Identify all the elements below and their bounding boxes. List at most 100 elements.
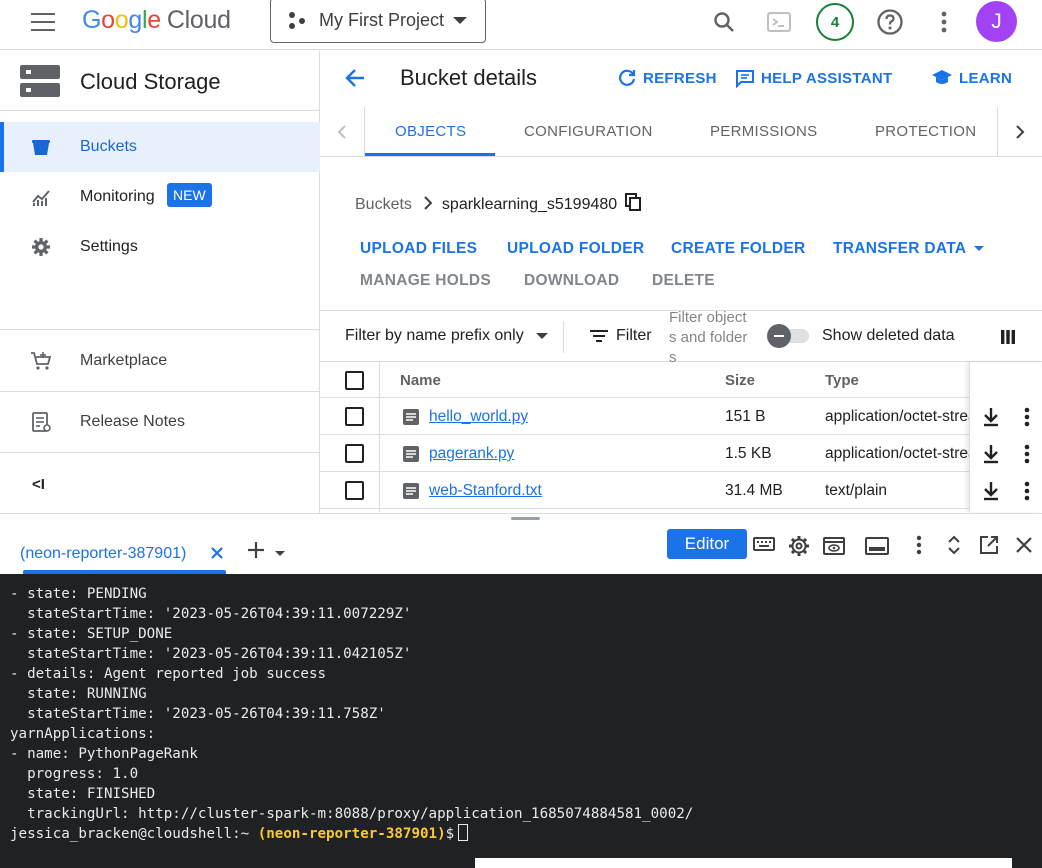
cloud-shell-toolbar: (neon-reporter-387901) Editor — [0, 520, 1042, 574]
table-row[interactable]: hello_world.py 151 B application/octet-s… — [320, 398, 1042, 435]
open-editor-button[interactable]: Editor — [667, 529, 747, 559]
collapse-sidebar-button[interactable]: <I — [32, 476, 45, 493]
file-name-link[interactable]: web-Stanford.txt — [429, 482, 542, 500]
file-icon — [402, 482, 420, 505]
row-checkbox[interactable] — [345, 407, 364, 426]
column-header-name[interactable]: Name — [400, 372, 441, 389]
help-icon[interactable] — [874, 6, 906, 38]
terminal-line: - state: SETUP_DONE — [10, 626, 173, 642]
tabs-scroll-right-button[interactable] — [997, 107, 1042, 156]
column-display-icon[interactable] — [1000, 329, 1016, 350]
terminal-line: progress: 1.0 — [10, 766, 139, 782]
table-row[interactable]: pagerank.py 1.5 KB application/octet-str… — [320, 435, 1042, 472]
terminal-prompt[interactable]: jessica_bracken@cloudshell:~ (neon-repor… — [10, 824, 1042, 844]
learn-button[interactable]: LEARN — [931, 68, 1012, 88]
refresh-button[interactable]: REFRESH — [617, 68, 717, 88]
expand-collapse-icon[interactable] — [946, 534, 962, 561]
select-all-checkbox[interactable] — [345, 371, 364, 390]
upload-files-button[interactable]: UPLOAD FILES — [360, 240, 477, 258]
tab-objects[interactable]: OBJECTS — [395, 123, 466, 140]
upload-folder-button[interactable]: UPLOAD FOLDER — [507, 240, 644, 258]
cloud-shell-icon[interactable] — [763, 6, 795, 38]
google-cloud-logo[interactable]: Google Cloud — [82, 5, 231, 35]
close-tab-icon[interactable] — [210, 544, 224, 565]
sidebar-item-monitoring[interactable]: Monitoring NEW — [0, 172, 320, 222]
more-vert-icon[interactable] — [1024, 481, 1030, 506]
create-folder-button[interactable]: CREATE FOLDER — [671, 240, 806, 258]
column-header-type[interactable]: Type — [825, 372, 859, 389]
tab-protection[interactable]: PROTECTION — [875, 123, 976, 140]
minimize-panel-icon[interactable] — [865, 537, 889, 560]
breadcrumb: Buckets sparklearning_s5199480 — [355, 193, 642, 216]
more-vert-icon[interactable] — [928, 6, 960, 38]
objects-table: Name Size Type hello_world.py 151 B appl… — [320, 362, 1042, 512]
project-picker[interactable]: My First Project — [270, 0, 486, 43]
more-vert-icon[interactable] — [1024, 444, 1030, 469]
row-actions — [970, 398, 1042, 435]
chevron-down-icon[interactable] — [275, 551, 285, 556]
filter-input[interactable]: Filter objects and folders — [669, 308, 749, 368]
breadcrumb-bucket-name: sparklearning_s5199480 — [441, 195, 618, 213]
transfer-data-button[interactable]: TRANSFER DATA — [833, 240, 985, 258]
close-icon[interactable] — [1015, 536, 1033, 559]
table-header: Name Size Type — [320, 362, 1042, 398]
more-vert-icon[interactable] — [1024, 407, 1030, 432]
filter-button[interactable]: Filter — [590, 327, 652, 345]
breadcrumb-buckets-link[interactable]: Buckets — [355, 196, 412, 214]
school-icon — [932, 70, 952, 84]
chevron-down-icon — [535, 333, 548, 339]
sidebar-item-label: Release Notes — [80, 413, 185, 430]
keyboard-icon[interactable] — [753, 537, 775, 556]
gear-icon — [30, 236, 52, 258]
back-arrow-icon[interactable] — [344, 67, 366, 94]
file-type: text/plain — [825, 482, 888, 499]
search-icon[interactable] — [708, 6, 740, 38]
sidebar-item-release-notes[interactable]: Release Notes — [0, 397, 320, 447]
show-deleted-label: Show deleted data — [822, 327, 955, 344]
new-badge: NEW — [167, 183, 212, 207]
help-assistant-button[interactable]: HELP ASSISTANT — [735, 68, 892, 88]
main-menu-icon[interactable] — [31, 13, 55, 31]
sidebar-item-label: Buckets — [80, 138, 137, 155]
tab-configuration[interactable]: CONFIGURATION — [524, 123, 653, 140]
sidebar-item-marketplace[interactable]: Marketplace — [0, 336, 320, 386]
show-deleted-toggle[interactable] — [767, 324, 811, 348]
web-preview-icon[interactable] — [823, 537, 845, 560]
open-in-new-window-icon[interactable] — [979, 535, 999, 560]
download-icon[interactable] — [982, 407, 1000, 432]
row-checkbox[interactable] — [345, 481, 364, 500]
row-actions — [970, 435, 1042, 472]
delete-button[interactable]: DELETE — [652, 272, 715, 290]
horizontal-scrollbar[interactable] — [475, 858, 1012, 868]
column-header-size[interactable]: Size — [725, 372, 755, 389]
avatar[interactable]: J — [976, 1, 1017, 42]
notes-icon — [30, 411, 52, 433]
filter-mode-select[interactable]: Filter by name prefix only — [345, 327, 548, 345]
sidebar-item-settings[interactable]: Settings — [0, 222, 320, 272]
column-divider — [379, 362, 380, 512]
sidebar-item-label: Settings — [80, 238, 138, 255]
manage-holds-button[interactable]: MANAGE HOLDS — [360, 272, 491, 290]
row-checkbox[interactable] — [345, 444, 364, 463]
file-name-link[interactable]: hello_world.py — [429, 408, 528, 426]
sidebar-divider — [0, 452, 320, 453]
shell-session-tab[interactable]: (neon-reporter-387901) — [20, 545, 186, 563]
download-button[interactable]: DOWNLOAD — [524, 272, 619, 290]
file-name-link[interactable]: pagerank.py — [429, 445, 514, 463]
panel-divider — [0, 513, 1042, 514]
file-size: 1.5 KB — [725, 445, 772, 462]
copy-icon[interactable] — [625, 193, 642, 216]
sidebar-item-buckets[interactable]: Buckets — [0, 122, 320, 172]
download-icon[interactable] — [982, 444, 1000, 469]
tab-permissions[interactable]: PERMISSIONS — [710, 123, 818, 140]
download-icon[interactable] — [982, 481, 1000, 506]
settings-icon[interactable] — [788, 535, 810, 562]
sidebar-item-label: Marketplace — [80, 352, 168, 369]
terminal[interactable]: - state: PENDING stateStartTime: '2023-0… — [0, 574, 1042, 868]
add-tab-icon[interactable] — [247, 538, 265, 566]
divider — [563, 321, 564, 353]
table-row[interactable]: web-Stanford.txt 31.4 MB text/plain — [320, 472, 1042, 509]
more-vert-icon[interactable] — [916, 535, 922, 560]
notifications-badge[interactable]: 4 — [816, 3, 854, 41]
tabs-scroll-left-button[interactable] — [320, 107, 365, 156]
